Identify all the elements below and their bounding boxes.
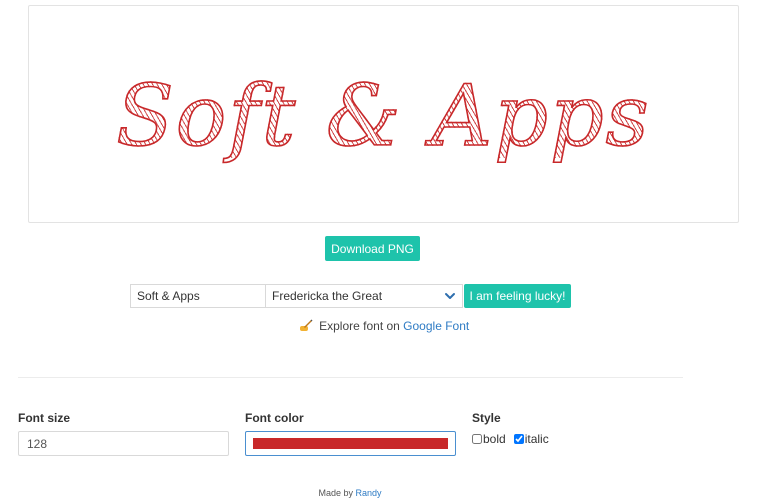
footer: Made by Randy xyxy=(0,488,700,498)
author-link[interactable]: Randy xyxy=(356,488,382,498)
style-options: bold italic xyxy=(472,432,557,446)
font-generator-page: Soft & Apps Download PNG Fredericka the … xyxy=(0,0,768,503)
italic-option[interactable]: italic xyxy=(513,432,549,446)
italic-option-label: italic xyxy=(524,432,549,446)
explore-prefix: Explore font on xyxy=(319,319,400,333)
font-color-picker[interactable] xyxy=(245,431,456,456)
writing-hand-icon xyxy=(299,319,313,331)
preview-canvas: Soft & Apps xyxy=(28,5,739,223)
style-label: Style xyxy=(472,411,501,425)
font-size-input[interactable] xyxy=(18,431,229,456)
italic-checkbox[interactable] xyxy=(513,434,524,444)
bold-option[interactable]: bold xyxy=(472,432,506,446)
font-family-select[interactable]: Fredericka the Great xyxy=(265,284,463,308)
chevron-down-icon xyxy=(445,293,455,299)
text-input[interactable] xyxy=(130,284,265,308)
bold-option-label: bold xyxy=(483,432,506,446)
font-color-swatch xyxy=(253,438,448,449)
font-color-label: Font color xyxy=(245,411,304,425)
feeling-lucky-button[interactable]: I am feeling lucky! xyxy=(464,284,571,308)
explore-font-line: Explore font on Google Font xyxy=(0,318,768,333)
section-divider xyxy=(18,377,683,378)
preview-text: Soft & Apps xyxy=(115,67,651,165)
bold-checkbox[interactable] xyxy=(472,434,482,444)
download-png-button[interactable]: Download PNG xyxy=(325,236,420,261)
footer-prefix: Made by xyxy=(318,488,353,498)
font-select-value: Fredericka the Great xyxy=(272,289,383,303)
font-size-label: Font size xyxy=(18,411,71,425)
google-font-link[interactable]: Google Font xyxy=(403,319,469,333)
